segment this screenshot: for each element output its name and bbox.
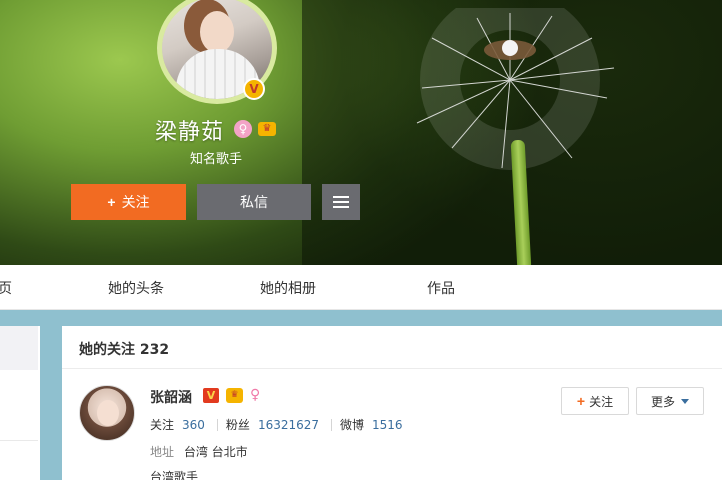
profile-tabbar: 页 她的头条 她的相册 作品 xyxy=(0,265,722,310)
tab-works[interactable]: 作品 xyxy=(427,278,455,298)
female-icon: ♀ xyxy=(234,120,252,138)
stat-weibo-value[interactable]: 1516 xyxy=(372,418,403,432)
crown-icon: ♛ xyxy=(226,388,243,403)
left-sidebar-divider xyxy=(0,440,38,441)
following-card-title: 她的关注 232 xyxy=(79,342,170,358)
stat-following-label: 关注 xyxy=(150,418,175,432)
tab-headlines[interactable]: 她的头条 xyxy=(108,278,164,298)
following-card: 她的关注 232 张韶涵 V ♛ ♀ 关注 360 粉丝 16321627 微博… xyxy=(62,326,722,480)
user-more-label: 更多 xyxy=(650,394,675,409)
follow-button-label: 关注 xyxy=(121,194,150,210)
plus-icon: + xyxy=(576,393,586,409)
stat-separator xyxy=(216,418,218,431)
user-avatar-face xyxy=(97,400,119,426)
tab-albums[interactable]: 她的相册 xyxy=(260,278,316,298)
dandelion-illustration xyxy=(416,8,615,170)
caret-down-icon xyxy=(681,398,689,404)
verified-v-icon: V xyxy=(243,78,265,100)
left-sidebar xyxy=(0,326,40,480)
profile-subtitle: 知名歌手 xyxy=(190,152,243,167)
more-menu-button[interactable] xyxy=(322,184,360,220)
address-label: 地址 xyxy=(150,445,175,459)
plus-icon: + xyxy=(107,194,116,210)
address-value: 台湾 台北市 xyxy=(183,445,248,459)
tab-home[interactable]: 页 xyxy=(0,278,12,298)
user-stats: 关注 360 粉丝 16321627 微博 1516 xyxy=(150,416,403,433)
user-follow-button[interactable]: + 关注 xyxy=(561,387,629,415)
left-sidebar-selected-item[interactable] xyxy=(0,326,38,370)
menu-icon xyxy=(333,196,349,208)
user-avatar[interactable] xyxy=(79,385,135,441)
profile-name: 梁静茹 xyxy=(155,120,225,145)
user-follow-label: 关注 xyxy=(589,394,614,409)
card-divider xyxy=(62,368,722,369)
crown-icon: ♛ xyxy=(258,122,276,136)
stat-separator xyxy=(331,418,333,431)
verified-v-icon: V xyxy=(203,388,219,403)
follow-button[interactable]: + 关注 xyxy=(71,184,186,220)
message-button-label: 私信 xyxy=(240,194,268,210)
stat-following-value[interactable]: 360 xyxy=(182,418,205,432)
user-more-button[interactable]: 更多 xyxy=(636,387,704,415)
stat-fans-label: 粉丝 xyxy=(225,418,250,432)
message-button[interactable]: 私信 xyxy=(197,184,311,220)
stat-weibo-label: 微博 xyxy=(340,418,365,432)
female-icon: ♀ xyxy=(250,387,261,403)
user-description: 台湾歌手 xyxy=(150,470,199,480)
avatar-face xyxy=(200,11,234,53)
user-name[interactable]: 张韶涵 xyxy=(150,387,192,407)
user-address: 地址 台湾 台北市 xyxy=(150,443,248,460)
profile-cover: V 梁静茹 ♀ ♛ 知名歌手 + 关注 私信 xyxy=(0,0,722,265)
stat-fans-value[interactable]: 16321627 xyxy=(258,418,319,432)
